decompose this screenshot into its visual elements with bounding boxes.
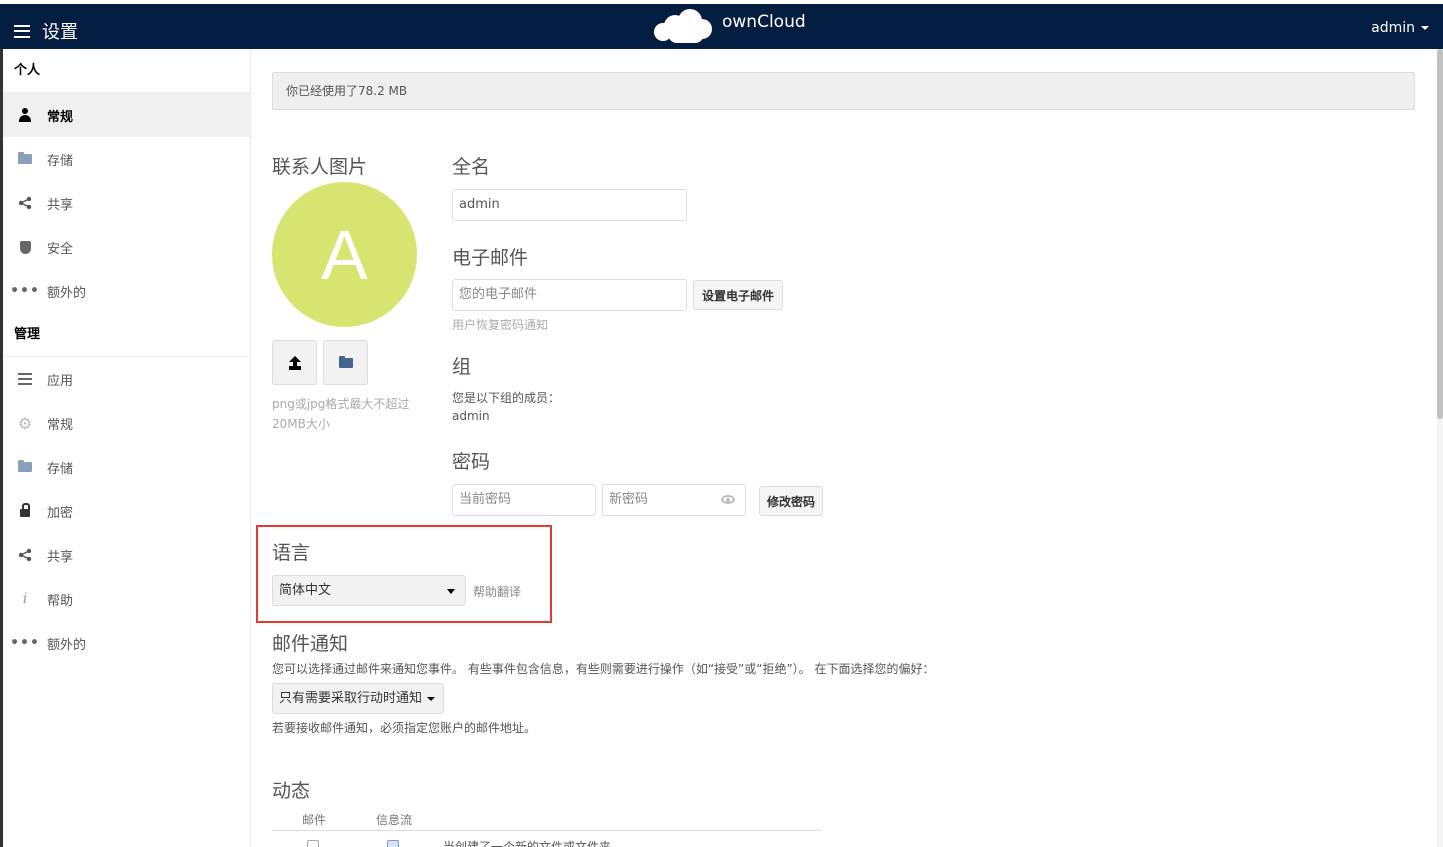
fullname-input[interactable]: admin [452, 189, 687, 221]
mail-notifications-title: 邮件通知 [272, 633, 349, 655]
person-icon [17, 107, 33, 123]
share-icon [17, 547, 33, 563]
settings-main: 你已经使用了78.2 MB 联系人图片 A png或jpg格式最大不超过20MB… [252, 49, 1437, 847]
sidebar-item-personal-additional[interactable]: ••• 额外的 [3, 269, 250, 313]
email-input[interactable]: 您的电子邮件 [452, 279, 687, 311]
app-title: 设置 [42, 22, 78, 43]
activity-row-label: 当创建了一个新的文件或文件夹 [443, 840, 612, 847]
groups-value: admin [452, 409, 490, 423]
sidebar-section-personal: 个人 [3, 49, 250, 93]
gear-icon: ⚙ [17, 413, 33, 433]
sidebar-item-admin-help[interactable]: i 帮助 [3, 577, 250, 621]
eye-icon[interactable] [721, 495, 735, 504]
caret-down-icon [447, 589, 455, 594]
set-email-button[interactable]: 设置电子邮件 [693, 280, 783, 310]
shield-icon [17, 239, 33, 255]
language-select[interactable]: 简体中文 [272, 575, 466, 606]
sidebar-item-admin-additional[interactable]: ••• 额外的 [3, 621, 250, 665]
sidebar-item-admin-storage[interactable]: 存储 [3, 445, 250, 489]
activity-col-mail: 邮件 [302, 813, 327, 827]
top-bar: 设置 ownCloud admin [0, 0, 1443, 49]
sidebar-item-admin-encryption[interactable]: 加密 [3, 489, 250, 533]
caret-down-icon [1421, 26, 1429, 30]
avatar-hint: png或jpg格式最大不超过20MB大小 [272, 397, 410, 431]
new-password-input[interactable]: 新密码 [602, 484, 746, 516]
language-title: 语言 [272, 542, 311, 564]
language-selected: 简体中文 [279, 583, 332, 598]
sidebar-item-label: 存储 [47, 153, 74, 169]
sidebar-item-label: 帮助 [47, 593, 74, 609]
settings-sidebar: 个人 常规 存储 共享 安全 ••• 额外的 管理 应用 ⚙ 常规 存储 加密 [0, 49, 251, 847]
more-icon: ••• [10, 635, 40, 651]
sidebar-item-label: 应用 [47, 373, 74, 389]
hamburger-icon [14, 24, 30, 38]
lock-icon [17, 503, 33, 519]
sidebar-item-label: 加密 [47, 505, 74, 521]
scrollbar-thumb[interactable] [1437, 49, 1443, 419]
activity-title: 动态 [272, 780, 311, 802]
current-password-input[interactable]: 当前密码 [452, 484, 596, 516]
sidebar-section-admin: 管理 [3, 313, 250, 357]
mail-notifications-dropdown[interactable]: 只有需要采取行动时通知 [272, 683, 445, 714]
sidebar-item-admin-apps[interactable]: 应用 [3, 357, 250, 401]
sidebar-item-label: 存储 [47, 461, 74, 477]
username: admin [1371, 20, 1415, 36]
mail-notifications-selected: 只有需要采取行动时通知 [279, 691, 423, 706]
change-password-button[interactable]: 修改密码 [759, 486, 823, 516]
cloud-logo-icon [654, 9, 716, 43]
info-icon: i [22, 591, 28, 607]
more-icon: ••• [10, 283, 40, 299]
activity-table-header: 邮件 信息流 [272, 809, 822, 831]
sidebar-item-personal-general[interactable]: 常规 [3, 93, 250, 137]
avatar-title: 联系人图片 [272, 156, 368, 178]
email-hint: 用户恢复密码通知 [452, 318, 549, 332]
main-scrollbar[interactable] [1437, 49, 1443, 847]
activity-stream-checkbox[interactable] [387, 840, 399, 847]
upload-icon [288, 356, 301, 369]
sidebar-item-personal-security[interactable]: 安全 [3, 225, 250, 269]
brand-name: ownCloud [722, 12, 806, 32]
mail-notifications-note: 若要接收邮件通知，必须指定您账户的邮件地址。 [272, 721, 537, 735]
sidebar-item-label: 常规 [47, 109, 74, 125]
upload-avatar-button[interactable] [272, 340, 317, 385]
sidebar-item-admin-sharing[interactable]: 共享 [3, 533, 250, 577]
quota-bar: 你已经使用了78.2 MB [272, 72, 1415, 110]
select-avatar-from-files-button[interactable] [323, 340, 368, 385]
sidebar-item-personal-sharing[interactable]: 共享 [3, 181, 250, 225]
caret-down-icon [427, 696, 436, 701]
activity-mail-checkbox[interactable] [307, 840, 319, 847]
fullname-title: 全名 [452, 156, 491, 178]
avatar: A [272, 182, 417, 327]
sidebar-item-label: 额外的 [47, 637, 87, 653]
groups-title: 组 [452, 356, 472, 378]
folder-icon [338, 355, 353, 368]
activity-col-stream: 信息流 [376, 813, 413, 827]
sidebar-item-label: 共享 [47, 197, 74, 213]
sidebar-item-label: 常规 [47, 417, 74, 433]
new-password-placeholder: 新密码 [609, 492, 649, 507]
sidebar-item-label: 共享 [47, 549, 74, 565]
folder-icon [17, 151, 33, 167]
folder-icon [17, 459, 33, 475]
help-translate-link[interactable]: 帮助翻译 [473, 583, 521, 600]
owncloud-logo[interactable]: ownCloud [654, 9, 806, 43]
user-menu[interactable]: admin [1371, 20, 1429, 36]
sidebar-item-admin-general[interactable]: ⚙ 常规 [3, 401, 250, 445]
groups-label: 您是以下组的成员： [452, 391, 561, 405]
email-title: 电子邮件 [452, 247, 529, 269]
share-icon [17, 195, 33, 211]
password-title: 密码 [452, 451, 491, 473]
sidebar-item-label: 安全 [47, 241, 74, 257]
app-menu-button[interactable]: 设置 [14, 18, 78, 44]
list-icon [17, 371, 33, 387]
sidebar-item-label: 额外的 [47, 285, 87, 301]
mail-notifications-description: 您可以选择通过邮件来通知您事件。 有些事件包含信息，有些则需要进行操作（如“接受… [272, 662, 935, 676]
sidebar-item-personal-storage[interactable]: 存储 [3, 137, 250, 181]
